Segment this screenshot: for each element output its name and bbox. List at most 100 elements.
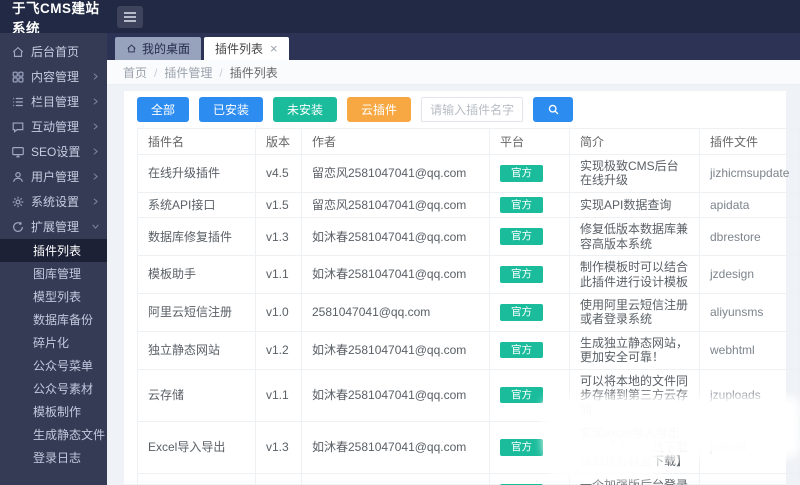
plugin-file: webhtml	[699, 330, 800, 370]
tab-bar: 我的桌面 插件列表 ×	[107, 33, 800, 60]
plugin-version: v1.3	[255, 420, 302, 474]
sidebar-item-seo[interactable]: SEO设置	[0, 139, 107, 164]
sidebar-subitem-gallery[interactable]: 图库管理	[0, 262, 107, 285]
sidebar-subitem-db-backup[interactable]: 数据库备份	[0, 308, 107, 331]
sidebar-item-dashboard[interactable]: 后台首页	[0, 39, 107, 64]
subitem-label: 生成静态文件	[33, 428, 106, 442]
sidebar-item-settings[interactable]: 系统设置	[0, 189, 107, 214]
platform-badge: 官方	[500, 196, 543, 214]
col-header-platform: 平台	[489, 128, 570, 155]
sidebar-subitem-wechat-media[interactable]: 公众号素材	[0, 377, 107, 400]
plugin-name: 模板助手	[137, 255, 256, 294]
platform-badge: 官方	[500, 341, 543, 359]
subitem-label: 公众号素材	[33, 382, 94, 396]
plugin-name: Excel导入导出	[137, 420, 256, 474]
plugin-version: v1.3	[255, 472, 302, 485]
plugin-name: 数据库修复插件	[137, 217, 256, 257]
comment-icon	[11, 120, 25, 134]
filter-cloud-button[interactable]: 云插件	[347, 97, 412, 122]
plugin-name: 系统API接口	[137, 191, 256, 219]
sync-icon	[11, 220, 25, 234]
plugin-file: adminsafe	[699, 472, 800, 485]
grid-icon	[11, 70, 25, 84]
table-row: 模板助手 v1.1 如沐春2581047041@qq.com 官方 制作模板时可…	[137, 255, 800, 294]
breadcrumb-home[interactable]: 首页	[123, 64, 147, 81]
subitem-label: 公众号菜单	[33, 359, 94, 373]
plugin-file: jizhicmsupdate	[699, 154, 800, 193]
sidebar-item-label: 后台首页	[31, 45, 80, 59]
filter-not-installed-button[interactable]: 未安装	[273, 97, 338, 122]
plugin-file: jzdesign	[699, 255, 800, 294]
filter-installed-button[interactable]: 已安装	[199, 97, 264, 122]
plugin-desc: 修复低版本数据库兼容高版本系统	[569, 217, 700, 257]
chevron-right-icon	[91, 172, 100, 181]
subitem-label: 插件列表	[33, 244, 82, 258]
plugin-author: 如沐春2581047041@qq.com	[301, 217, 490, 257]
close-icon[interactable]: ×	[270, 42, 278, 55]
plugin-version: v1.3	[255, 217, 302, 257]
plugin-version: v1.1	[255, 255, 302, 294]
subitem-label: 模板制作	[33, 405, 82, 419]
plugin-author: 如沐春2581047041@qq.com	[301, 420, 490, 474]
subitem-label: 模型列表	[33, 290, 82, 304]
sidebar-item-columns[interactable]: 栏目管理	[0, 89, 107, 114]
sidebar-subitem-plugin-list[interactable]: 插件列表	[0, 239, 107, 262]
plugin-version: v1.0	[255, 292, 302, 332]
plugin-version: v1.5	[255, 191, 302, 219]
sidebar-item-extensions[interactable]: 扩展管理	[0, 214, 107, 239]
plugin-author: 如沐春2581047041@qq.com	[301, 255, 490, 294]
platform-badge: 官方	[500, 386, 543, 404]
filter-all-button[interactable]: 全部	[137, 97, 190, 122]
plugin-desc: 实现极致CMS后台在线升级	[569, 154, 700, 193]
table-row: 系统API接口 v1.5 留恋风2581047041@qq.com 官方 实现A…	[137, 191, 800, 219]
sidebar-subitem-fragments[interactable]: 碎片化	[0, 331, 107, 354]
plugin-name: 后台登录加强版	[137, 472, 256, 485]
plugin-author: 如沐春2581047041@qq.com	[301, 330, 490, 370]
sidebar-subitem-wechat-menu[interactable]: 公众号菜单	[0, 354, 107, 377]
tab-plugin-list[interactable]: 插件列表 ×	[204, 37, 289, 60]
platform-badge: 官方	[500, 304, 543, 321]
plugin-name: 在线升级插件	[137, 154, 256, 193]
home-icon	[126, 43, 137, 54]
plugin-author: 2581047041@qq.com	[301, 292, 490, 332]
sidebar-item-users[interactable]: 用户管理	[0, 164, 107, 189]
search-button[interactable]	[533, 97, 574, 122]
chevron-right-icon	[91, 197, 100, 206]
sidebar-item-interaction[interactable]: 互动管理	[0, 114, 107, 139]
sidebar-item-content[interactable]: 内容管理	[0, 64, 107, 89]
app-title: 于飞CMS建站系统	[12, 0, 100, 36]
monitor-icon	[11, 145, 25, 159]
chevron-right-icon	[91, 72, 100, 81]
plugin-search-input[interactable]	[421, 97, 524, 122]
col-header-author: 作者	[301, 128, 490, 155]
plugin-desc: 使用阿里云短信注册或者登录系统	[569, 292, 700, 332]
plugin-version: v1.2	[255, 330, 302, 370]
subitem-label: 登录日志	[33, 451, 82, 465]
sidebar-item-label: 系统设置	[31, 195, 80, 209]
sidebar-subitem-models[interactable]: 模型列表	[0, 285, 107, 308]
tab-my-desktop[interactable]: 我的桌面	[115, 37, 202, 60]
plugin-desc: 一个加强版后台登录端插件	[569, 472, 700, 485]
top-header: 于飞CMS建站系统	[0, 0, 800, 36]
breadcrumb-plugin-manage[interactable]: 插件管理	[147, 64, 212, 81]
plugin-author: 如沐春2581047041@qq.com	[301, 368, 490, 422]
sidebar-toggle-button[interactable]	[117, 5, 143, 28]
sidebar-item-label: 用户管理	[31, 170, 80, 184]
sidebar-subitem-static-generate[interactable]: 生成静态文件	[0, 423, 107, 446]
breadcrumb-plugin-list: 插件列表	[212, 64, 278, 81]
censored-blur-region	[556, 449, 652, 472]
sidebar-subitem-template-make[interactable]: 模板制作	[0, 400, 107, 423]
col-header-file: 插件文件	[699, 128, 800, 155]
plugin-version: v1.1	[255, 368, 302, 422]
subitem-label: 碎片化	[33, 336, 70, 350]
sidebar-item-label: 栏目管理	[31, 95, 80, 109]
list-icon	[11, 95, 25, 109]
sidebar-item-label: 互动管理	[31, 120, 80, 134]
sidebar-subitem-login-log[interactable]: 登录日志	[0, 446, 107, 469]
plugin-file: dbrestore	[699, 217, 800, 257]
col-header-desc: 简介	[569, 128, 700, 155]
sidebar: 后台首页 内容管理 栏目管理 互动管理 SEO设置 用户管理 系统设置 扩展管理…	[0, 33, 107, 485]
chevron-right-icon	[91, 97, 100, 106]
plugin-desc: 实现API数据查询	[569, 191, 700, 219]
censored-blur-region	[550, 403, 794, 451]
